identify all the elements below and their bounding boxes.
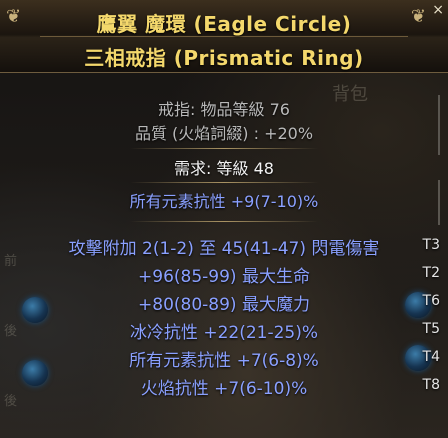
item-quality: 品質 (火焰詞綴) : +20% xyxy=(134,124,314,143)
mod-tier: T4 xyxy=(422,349,440,365)
explicit-mod: +80(80-89) 最大魔力 xyxy=(138,295,310,315)
separator xyxy=(130,221,318,222)
mod-tier: T5 xyxy=(422,321,440,337)
item-base-type: 三相戒指 (Prismatic Ring) xyxy=(84,46,364,70)
item-requirements: 需求: 等級 48 xyxy=(174,159,274,178)
separator xyxy=(130,148,318,149)
mod-tier: T2 xyxy=(422,265,440,281)
explicit-mod: 攻擊附加 2(1-2) 至 45(41-47) 閃電傷害 xyxy=(68,239,380,259)
explicit-mod: +96(85-99) 最大生命 xyxy=(138,267,310,287)
implicit-mod: 所有元素抗性 +9(7-10)% xyxy=(129,192,319,211)
mod-tier: T3 xyxy=(422,237,440,253)
explicit-mod: 冰冷抗性 +22(21-25)% xyxy=(129,323,319,343)
item-category: 戒指: 物品等級 76 xyxy=(158,100,290,119)
separator xyxy=(130,182,318,183)
mod-tier: T6 xyxy=(422,293,440,309)
item-header: ❦ ❦ × 鷹翼 魔環 (Eagle Circle) 三相戒指 (Prismat… xyxy=(0,0,448,73)
mod-tier: T8 xyxy=(422,377,440,393)
explicit-mod: 所有元素抗性 +7(6-8)% xyxy=(129,351,319,371)
item-name: 鷹翼 魔環 (Eagle Circle) xyxy=(96,12,352,36)
explicit-mod: 火焰抗性 +7(6-10)% xyxy=(140,379,308,399)
